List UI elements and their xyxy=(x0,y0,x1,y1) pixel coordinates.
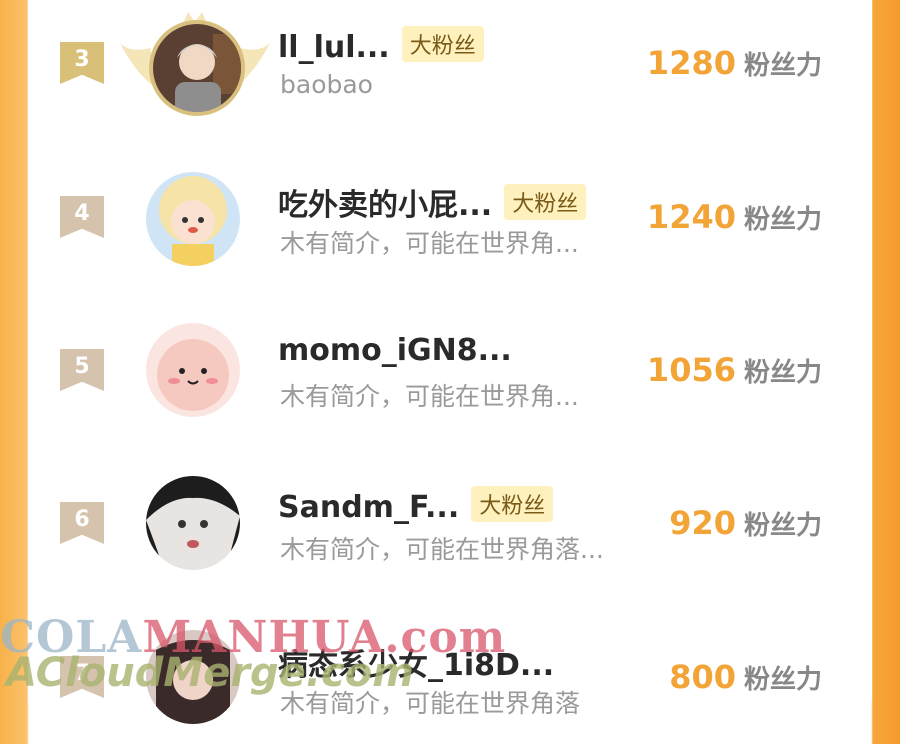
score-value: 1240 xyxy=(646,198,736,236)
fan-leaderboard-panel: 3 ll_lul... 大粉丝 baobao 1280 粉丝力 4 吃外卖的小屁… xyxy=(28,0,872,724)
watermark-acloudmerge: ACloudMerge.com xyxy=(6,650,414,696)
user-name: ll_lul... 大粉丝 xyxy=(278,26,484,65)
avatar-image xyxy=(146,172,240,266)
avatar[interactable] xyxy=(146,476,240,570)
score-value: 920 xyxy=(669,504,736,542)
user-bio: 木有简介，可能在世界角落... xyxy=(280,535,604,564)
rank-badge: 6 xyxy=(60,502,104,544)
user-name: 吃外卖的小屁... 大粉丝 xyxy=(278,180,587,224)
leaderboard-row-5[interactable]: 5 momo_iGN8... 木有简介，可能在世界角... 1056 粉丝力 xyxy=(28,307,872,437)
rank-badge: 3 xyxy=(60,42,104,84)
avatar[interactable] xyxy=(149,20,245,116)
score-unit: 粉丝力 xyxy=(743,205,822,235)
rank-badge: 4 xyxy=(60,196,104,238)
big-fan-badge: 大粉丝 xyxy=(504,184,587,220)
leaderboard-row-3[interactable]: 3 ll_lul... 大粉丝 baobao 1280 粉丝力 xyxy=(28,0,872,130)
fan-power-score: 1056 粉丝力 xyxy=(647,351,822,389)
score-unit: 粉丝力 xyxy=(743,511,822,541)
score-value: 800 xyxy=(669,658,736,696)
user-name-text: 吃外卖的小屁... xyxy=(278,188,493,223)
user-bio: baobao xyxy=(280,70,373,99)
leaderboard-row-4[interactable]: 4 吃外卖的小屁... 大粉丝 木有简介，可能在世界角... 1240 粉丝力 xyxy=(28,154,872,284)
user-name-text: momo_iGN8... xyxy=(278,333,512,368)
leaderboard-row-6[interactable]: 6 Sandm_F... 大粉丝 木有简介，可能在世界角落... 920 粉丝力 xyxy=(28,460,872,590)
avatar-image xyxy=(146,323,240,417)
fan-power-score: 1280 粉丝力 xyxy=(647,44,822,82)
user-name: momo_iGN8... xyxy=(278,333,512,368)
user-name-text: Sandm_F... xyxy=(278,490,460,525)
user-name-text: ll_lul... xyxy=(278,30,390,65)
avatar-image xyxy=(146,476,240,570)
fan-power-score: 800 粉丝力 xyxy=(669,658,822,696)
rank-badge: 5 xyxy=(60,349,104,391)
score-value: 1056 xyxy=(646,351,736,389)
user-name: Sandm_F... 大粉丝 xyxy=(278,486,554,525)
big-fan-badge: 大粉丝 xyxy=(401,26,484,62)
avatar[interactable] xyxy=(146,172,240,266)
score-unit: 粉丝力 xyxy=(743,665,822,695)
score-unit: 粉丝力 xyxy=(743,51,822,81)
fan-power-score: 920 粉丝力 xyxy=(669,504,822,542)
user-bio: 木有简介，可能在世界角... xyxy=(280,229,579,258)
score-unit: 粉丝力 xyxy=(743,358,822,388)
avatar[interactable] xyxy=(146,323,240,417)
big-fan-badge: 大粉丝 xyxy=(471,486,554,522)
score-value: 1280 xyxy=(646,44,736,82)
fan-power-score: 1240 粉丝力 xyxy=(647,198,822,236)
user-bio: 木有简介，可能在世界角... xyxy=(280,382,579,411)
